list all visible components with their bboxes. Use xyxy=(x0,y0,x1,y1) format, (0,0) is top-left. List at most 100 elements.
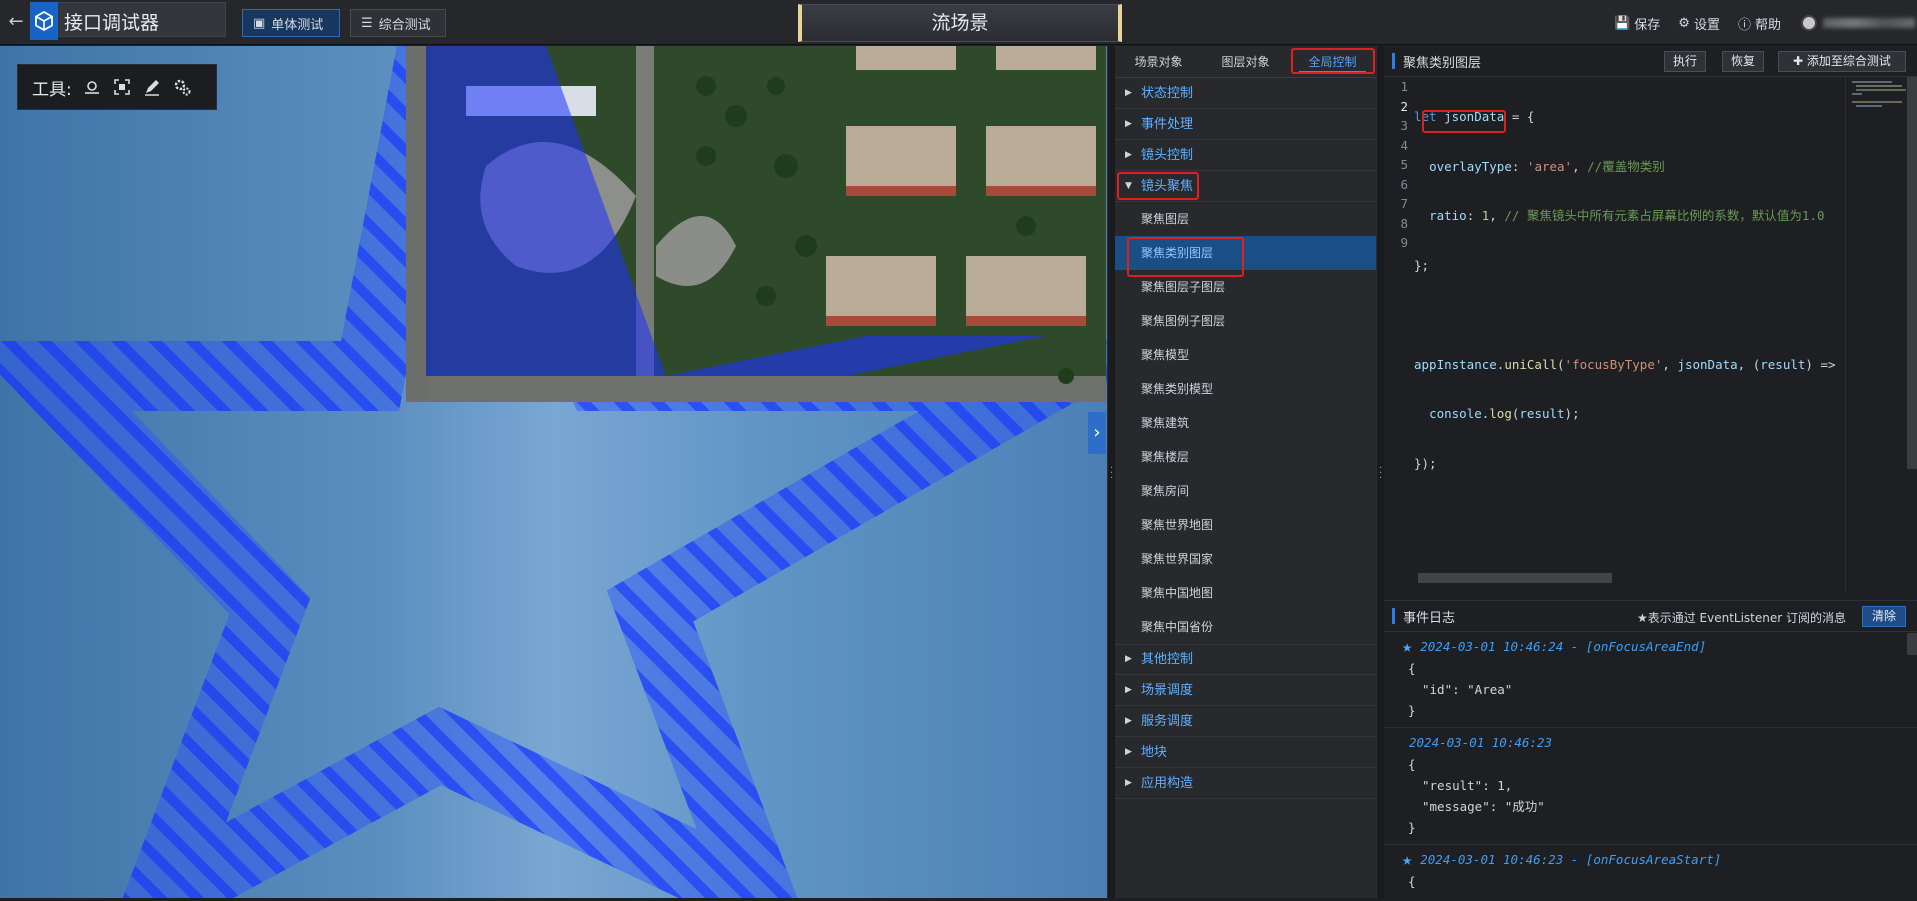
user-menu[interactable] xyxy=(1801,14,1917,32)
tools-toolbar: 工具: xyxy=(17,64,217,110)
app-logo-icon xyxy=(30,2,58,40)
log-entry-header: ★ 2024-03-01 10:46:23 - [onFocusAreaStart… xyxy=(1402,849,1917,871)
code-line: ratio: 1, // 聚焦镜头中所有元素占屏幕比例的系数，默认值为1.0 xyxy=(1429,208,1825,223)
editor-title: 聚焦类别图层 xyxy=(1403,55,1482,71)
mode-single-test-button[interactable]: ▣ 单体测试 xyxy=(242,9,340,37)
caret-right-icon: ▶ xyxy=(1125,654,1132,664)
aerial-map-image xyxy=(406,46,1106,402)
log-scrollbar[interactable] xyxy=(1907,633,1917,655)
log-timestamp: 2024-03-01 10:46:24 - [onFocusAreaEnd] xyxy=(1420,639,1707,654)
code-content[interactable]: let jsonData = { overlayType: 'area', //… xyxy=(1414,77,1842,593)
nav-category[interactable]: ▶ 状态控制 xyxy=(1115,78,1376,109)
log-timestamp: 2024-03-01 10:46:23 xyxy=(1409,735,1552,750)
nav-sub-item[interactable]: 聚焦图例子图层 xyxy=(1115,304,1376,338)
nav-sub-item[interactable]: 聚焦中国地图 xyxy=(1115,576,1376,610)
gear-icon: ⚙ xyxy=(1678,16,1690,31)
nav-category[interactable]: ▶ 地块 xyxy=(1115,737,1376,768)
log-entry-header: 2024-03-01 10:46:23 xyxy=(1409,732,1917,754)
log-entry: ★ 2024-03-01 10:46:24 - [onFocusAreaEnd] … xyxy=(1384,632,1917,728)
title-accent-bar xyxy=(1392,53,1395,69)
nav-category[interactable]: ▶ 服务调度 xyxy=(1115,706,1376,737)
back-arrow-icon[interactable]: ← xyxy=(5,11,27,33)
save-icon: 💾 xyxy=(1614,16,1631,31)
line-number: 4 xyxy=(1400,137,1408,153)
log-title: 事件日志 xyxy=(1403,610,1456,626)
user-name-blurred xyxy=(1823,18,1915,28)
nav-sub-item[interactable]: 聚焦楼层 xyxy=(1115,440,1376,474)
help-button[interactable]: ⓘ 帮助 xyxy=(1738,14,1781,33)
log-entry-header: ★ 2024-03-01 10:46:24 - [onFocusAreaEnd] xyxy=(1402,636,1917,658)
code-line: }); xyxy=(1414,455,1437,471)
splitter-handle[interactable]: · · · xyxy=(1107,46,1115,898)
log-json-line: { xyxy=(1408,757,1416,772)
editor-header: 聚焦类别图层 执行 恢复 ✚ 添加至综合测试 xyxy=(1384,46,1917,77)
line-number: 3 xyxy=(1400,118,1408,133)
highlight-annotation xyxy=(1117,172,1199,200)
nav-sub-item[interactable]: 聚焦类别模型 xyxy=(1115,372,1376,406)
line-number: 5 xyxy=(1400,157,1408,172)
nav-category[interactable]: ▶ 镜头控制 xyxy=(1115,140,1376,171)
caret-right-icon: ▶ xyxy=(1125,715,1132,726)
help-icon: ⓘ xyxy=(1737,18,1751,33)
nav-sub-item[interactable]: 聚焦建筑 xyxy=(1115,406,1376,440)
log-json-line: } xyxy=(1408,703,1416,718)
cube-icon: ▣ xyxy=(253,15,266,31)
nav-category[interactable]: ▶ 其他控制 xyxy=(1115,644,1376,675)
horizontal-scrollbar[interactable] xyxy=(1418,573,1612,583)
nav-category-label: 镜头控制 xyxy=(1141,147,1194,163)
nav-category-label: 应用构造 xyxy=(1141,775,1194,791)
nav-sub-item[interactable]: 聚焦中国省份 xyxy=(1115,610,1376,644)
tab-layer-objects[interactable]: 图层对象 xyxy=(1202,46,1289,77)
log-header: 事件日志 ★表示通过 EventListener 订阅的消息 清除 xyxy=(1384,601,1917,632)
plus-icon: ✚ xyxy=(1793,54,1807,68)
frame-select-icon[interactable] xyxy=(112,77,132,97)
nav-sub-item[interactable]: 聚焦世界地图 xyxy=(1115,508,1376,542)
mode-label: 单体测试 xyxy=(271,17,324,33)
line-number: 1 xyxy=(1400,79,1408,94)
clear-log-button[interactable]: 清除 xyxy=(1862,606,1906,627)
code-minimap[interactable] xyxy=(1845,77,1906,593)
vertical-scrollbar[interactable] xyxy=(1907,77,1917,469)
nav-sub-item[interactable]: 聚焦图层 xyxy=(1115,202,1376,236)
nav-category[interactable]: ▶ 事件处理 xyxy=(1115,109,1376,140)
scene-viewport[interactable]: 工具: › xyxy=(0,46,1107,898)
scene-title: 流场景 xyxy=(798,4,1122,42)
top-bar: ← 接口调试器 ▣ 单体测试 ☰ 综合测试 流场景 💾 保存 ⚙ 设置 ⓘ 帮助 xyxy=(0,0,1917,45)
nav-sub-item[interactable]: 聚焦模型 xyxy=(1115,338,1376,372)
code-line: }; xyxy=(1414,257,1430,273)
title-accent-bar xyxy=(1392,608,1395,624)
api-navigation-panel: 场景对象 图层对象 全局控制 ▶ 状态控制 ▶ 事件处理 ▶ 镜头控制 ▼ 镜头聚焦 聚… xyxy=(1115,46,1376,898)
add-to-integrated-test-button[interactable]: ✚ 添加至综合测试 xyxy=(1778,51,1906,72)
caret-right-icon: ▶ xyxy=(1125,746,1132,757)
mode-integrated-test-button[interactable]: ☰ 综合测试 xyxy=(350,9,446,37)
caret-right-icon: ▶ xyxy=(1125,87,1132,98)
pencil-icon[interactable] xyxy=(142,77,162,97)
log-json-line: { xyxy=(1408,661,1416,676)
star-icon: ★ xyxy=(1402,637,1413,657)
gears-icon[interactable] xyxy=(172,77,192,97)
nav-category[interactable]: ▶ 场景调度 xyxy=(1115,675,1376,706)
caret-right-icon: ▶ xyxy=(1125,777,1132,788)
panel-toggle-chevron-icon[interactable]: › xyxy=(1088,412,1106,454)
tab-scene-objects[interactable]: 场景对象 xyxy=(1115,46,1202,77)
save-label: 保存 xyxy=(1634,18,1661,33)
nav-category-label: 服务调度 xyxy=(1141,713,1194,729)
run-button[interactable]: 执行 xyxy=(1664,51,1706,72)
log-entry: 2024-03-01 10:46:23 { "result": 1, "mess… xyxy=(1384,728,1917,845)
locate-icon[interactable] xyxy=(82,77,102,97)
splitter-handle[interactable]: · · · xyxy=(1376,46,1384,898)
nav-category[interactable]: ▶ 应用构造 xyxy=(1115,768,1376,799)
nav-sub-item[interactable]: 聚焦房间 xyxy=(1115,474,1376,508)
reset-button[interactable]: 恢复 xyxy=(1722,51,1764,72)
star-icon: ★ xyxy=(1402,850,1413,870)
line-number-gutter: 1 2 3 4 5 6 7 8 9 xyxy=(1384,77,1414,593)
highlight-annotation xyxy=(1291,48,1375,74)
save-button[interactable]: 💾 保存 xyxy=(1614,14,1660,33)
log-json-line: "id": "Area" xyxy=(1422,682,1513,697)
settings-button[interactable]: ⚙ 设置 xyxy=(1678,14,1720,33)
highlight-annotation xyxy=(1422,110,1506,133)
line-number: 8 xyxy=(1400,215,1408,231)
nav-sub-item[interactable]: 聚焦世界国家 xyxy=(1115,542,1376,576)
line-number: 2 xyxy=(1400,98,1408,114)
code-editor[interactable]: 1 2 3 4 5 6 7 8 9 let jsonData = { overl… xyxy=(1384,77,1917,593)
